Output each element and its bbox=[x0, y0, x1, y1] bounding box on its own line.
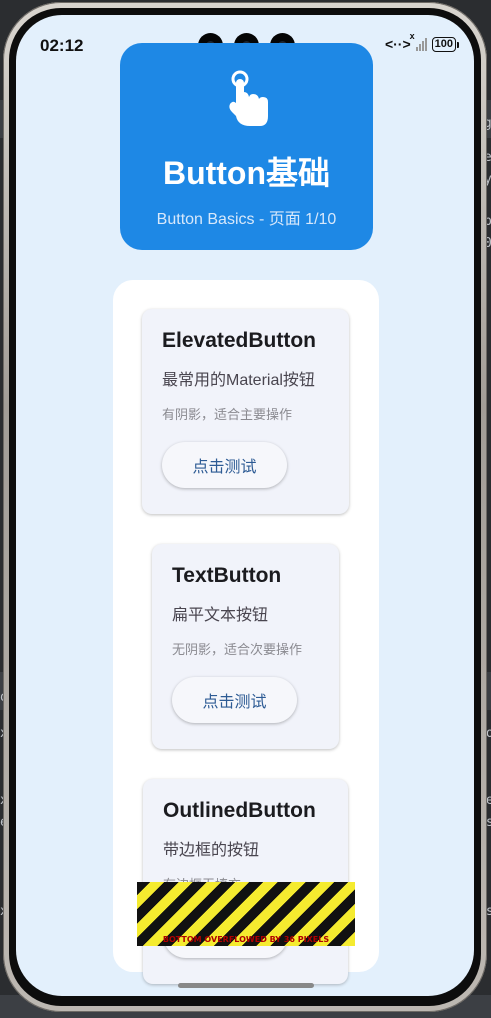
elevated-button-card: ElevatedButton 最常用的Material按钮 有阴影，适合主要操作… bbox=[142, 309, 349, 514]
phone-frame: 02:12 <··> x 100 Button基础 Button Basics … bbox=[3, 2, 487, 1012]
page-header-card: Button基础 Button Basics - 页面 1/10 bbox=[120, 43, 373, 250]
status-icons: <··> x 100 bbox=[384, 31, 460, 52]
battery-icon: 100 bbox=[431, 36, 460, 52]
card-title: ElevatedButton bbox=[162, 329, 317, 352]
page-title: Button基础 bbox=[162, 155, 331, 191]
status-time: 02:12 bbox=[40, 36, 84, 55]
overflow-warning-text: BOTTOM OVERFLOWED BY 36 PIXELS bbox=[162, 935, 330, 944]
overflow-warning-stripes: BOTTOM OVERFLOWED BY 36 PIXELS bbox=[137, 882, 355, 946]
network-icon: <··> bbox=[384, 36, 411, 52]
signal-icon: x bbox=[410, 31, 427, 51]
no-sim-mark: x bbox=[409, 31, 415, 41]
page-subtitle: Button Basics - 页面 1/10 bbox=[156, 211, 337, 228]
card-description: 最常用的Material按钮 bbox=[162, 372, 315, 389]
card-description: 带边框的按钮 bbox=[163, 842, 260, 859]
text-test-button[interactable]: 点击测试 bbox=[172, 677, 297, 723]
card-note: 无阴影，适合次要操作 bbox=[172, 642, 303, 657]
text-button-card: TextButton 扁平文本按钮 无阴影，适合次要操作 点击测试 bbox=[152, 544, 339, 749]
card-description: 扁平文本按钮 bbox=[172, 607, 269, 624]
home-indicator[interactable] bbox=[178, 983, 314, 988]
phone-screen: 02:12 <··> x 100 Button基础 Button Basics … bbox=[16, 15, 474, 996]
card-note: 有阴影，适合主要操作 bbox=[162, 407, 293, 422]
touch-hand-icon bbox=[229, 70, 268, 126]
card-title: OutlinedButton bbox=[163, 799, 316, 822]
elevated-test-button[interactable]: 点击测试 bbox=[162, 442, 287, 488]
card-title: TextButton bbox=[172, 564, 282, 587]
button-list-container: ElevatedButton 最常用的Material按钮 有阴影，适合主要操作… bbox=[113, 280, 379, 984]
